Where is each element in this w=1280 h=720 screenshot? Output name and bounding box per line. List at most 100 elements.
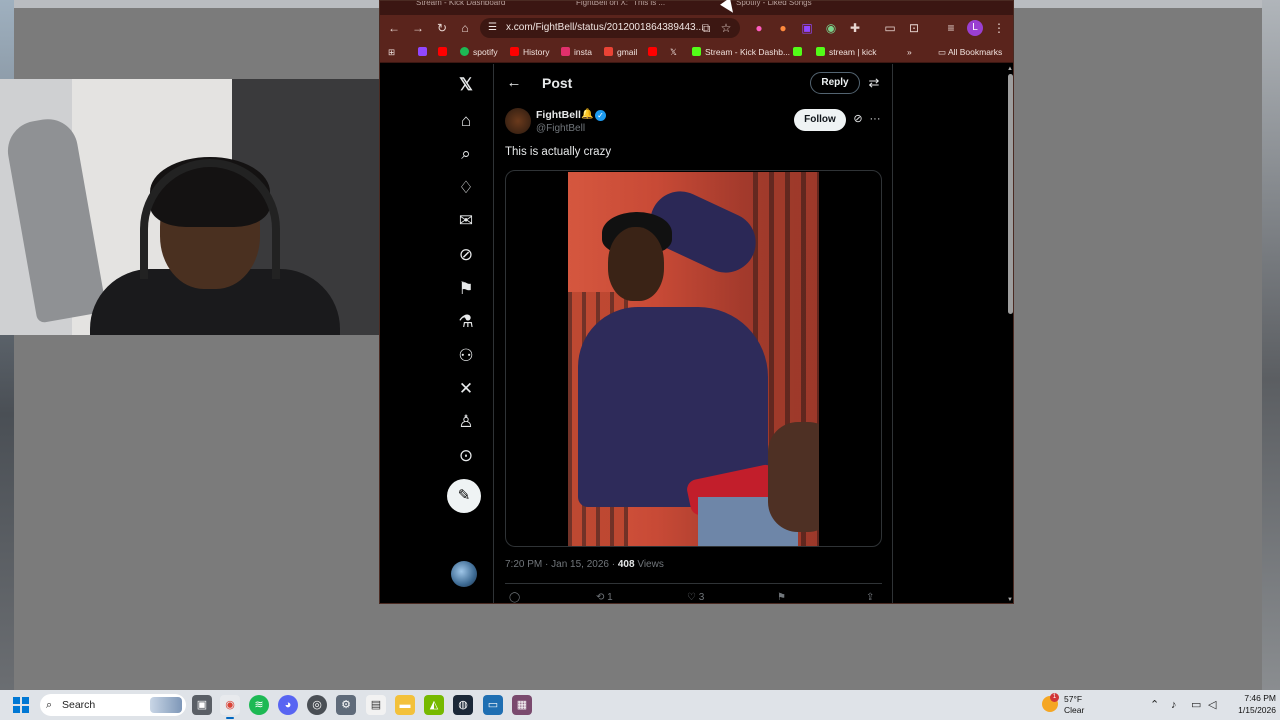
twitch-bookmark-icon[interactable] (418, 44, 431, 60)
author-handle[interactable]: @FightBell (536, 123, 585, 134)
extensions-puzzle-icon[interactable]: ✚ (847, 20, 863, 36)
explore-search-icon[interactable]: ⌕ (453, 141, 479, 167)
screenshot-icon[interactable]: ⊡ (906, 20, 922, 36)
messages-mail-icon[interactable]: ✉ (453, 208, 479, 234)
windows-start-icon[interactable] (13, 697, 29, 713)
youtube-bookmark-icon[interactable] (438, 44, 451, 60)
compose-post-button[interactable]: ✎ (447, 479, 481, 513)
notepad-icon[interactable]: ▤ (366, 695, 386, 715)
clock-date: 1/15/2026 (1238, 705, 1276, 715)
steam-icon[interactable]: ◍ (453, 695, 473, 715)
premium-x-icon[interactable]: ✕ (453, 376, 479, 402)
search-highlight-image (150, 697, 182, 713)
post-date[interactable]: Jan 15, 2026 (551, 559, 609, 570)
jobs-flask-icon[interactable]: ⚗ (453, 309, 479, 335)
nvidia-icon[interactable]: ◭ (424, 695, 444, 715)
home-icon[interactable]: ⌂ (457, 20, 473, 36)
page-scrollbar[interactable]: ▲ ▼ (1006, 64, 1013, 603)
browser-window: Stream - Kick Dashboard FightBell on X: … (379, 0, 1014, 604)
tray-chevron-icon[interactable]: ⌃ (1150, 697, 1159, 713)
post-time[interactable]: 7:20 PM (505, 559, 542, 570)
media-icon[interactable]: ≡ (943, 20, 959, 36)
bell-emoji-icon: 🔔 (581, 109, 594, 120)
bookmark-star-icon[interactable]: ☆ (718, 20, 734, 36)
taskbar-search[interactable]: ⌕ Search (40, 694, 186, 716)
heart-icon: ♡ (687, 592, 699, 603)
chrome-icon[interactable]: ◉ (220, 695, 240, 719)
share-action[interactable]: ⇪ (866, 592, 874, 603)
bookmark-stream-kick[interactable]: stream | kick (816, 44, 877, 60)
x-bookmark-icon[interactable]: 𝕏 (670, 44, 677, 60)
extension-icon[interactable]: ● (775, 20, 791, 36)
reply-button[interactable]: Reply (810, 72, 860, 94)
bookmarks-overflow[interactable]: » (907, 44, 912, 60)
video-player[interactable] (568, 172, 819, 546)
app-window-icon[interactable]: ▭ (483, 695, 503, 715)
repost-icon: ⟲ (596, 592, 608, 603)
clock-time: 7:46 PM (1244, 693, 1276, 703)
notifications-bell-icon[interactable]: ♢ (453, 175, 479, 201)
spotify-icon[interactable]: ≋ (249, 695, 269, 715)
extension-icon[interactable]: ● (751, 20, 767, 36)
forward-icon[interactable]: → (410, 20, 426, 36)
scroll-down-icon[interactable]: ▼ (1006, 596, 1013, 603)
tab-kick-dashboard[interactable]: Stream - Kick Dashboard (390, 1, 540, 15)
weather-badge: 1 (1050, 693, 1059, 702)
reply-action[interactable]: ◯ (509, 592, 520, 603)
youtube-bookmark-icon[interactable] (648, 44, 661, 60)
search-icon: ⌕ (46, 699, 53, 711)
obs-icon[interactable]: ◎ (307, 695, 327, 715)
scroll-thumb[interactable] (1008, 74, 1013, 314)
grok-explain-icon[interactable]: ⊘ (851, 112, 865, 126)
author-avatar[interactable] (505, 108, 531, 134)
grok-icon[interactable]: ⊘ (453, 242, 479, 268)
all-bookmarks[interactable]: ▭ All Bookmarks (938, 44, 1002, 60)
file-explorer-icon[interactable]: ▬ (395, 695, 415, 715)
settings-gear-icon[interactable]: ⚙ (336, 695, 356, 715)
bookmark-spotify[interactable]: spotify (460, 44, 498, 60)
network-icon[interactable]: ▭ (1191, 697, 1201, 713)
more-circle-icon[interactable]: ⊙ (453, 443, 479, 469)
weather-widget[interactable]: 1 57°F Clear (1042, 693, 1092, 717)
twitch-extension-icon[interactable]: ▣ (799, 20, 815, 36)
follow-button[interactable]: Follow (794, 109, 846, 131)
kick-bookmark-icon[interactable] (793, 44, 806, 60)
site-info-icon[interactable]: ☰ (488, 18, 497, 38)
extension-icon[interactable]: ◉ (823, 20, 839, 36)
bookmark-history[interactable]: History (510, 44, 549, 60)
back-icon[interactable]: ← (386, 20, 402, 36)
bookmark-action[interactable]: ⚑ (777, 592, 786, 603)
profile-person-icon[interactable]: ♙ (453, 409, 479, 435)
repost-action[interactable]: ⟲ 1 (596, 592, 613, 603)
game-icon[interactable]: ▦ (512, 695, 532, 715)
apps-grid-icon[interactable]: ⊞ (388, 44, 395, 60)
more-options-icon[interactable]: ··· (868, 112, 882, 126)
taskbar-clock[interactable]: 7:46 PM 1/15/2026 (1224, 692, 1276, 716)
communities-icon[interactable]: ⚇ (453, 343, 479, 369)
account-avatar[interactable] (451, 561, 477, 587)
bookmark-insta[interactable]: insta (561, 44, 592, 60)
media-container[interactable] (505, 170, 882, 547)
back-arrow-icon[interactable]: ← (504, 73, 524, 93)
profile-avatar[interactable]: L (967, 20, 983, 36)
tab-x-post[interactable]: FightBell on X: "This is ... (550, 1, 700, 15)
scroll-up-icon[interactable]: ▲ (1006, 65, 1013, 73)
task-view-icon[interactable]: ▣ (192, 695, 212, 715)
browser-toolbar: ← → ↻ ⌂ ☰ x.com/FightBell/status/2012001… (380, 15, 1013, 41)
install-icon[interactable]: ⧉ (698, 20, 714, 36)
bookmarks-icon[interactable]: ⚑ (453, 276, 479, 302)
reload-icon[interactable]: ↻ (434, 20, 450, 36)
reply-settings-icon[interactable]: ⇄ (865, 74, 883, 92)
microphone-icon[interactable]: ♪ (1171, 697, 1177, 713)
x-logo-icon[interactable]: 𝕏 (453, 72, 479, 98)
volume-icon[interactable]: ◁ (1208, 697, 1216, 713)
like-action[interactable]: ♡ 3 (687, 592, 704, 603)
bookmark-gmail[interactable]: gmail (604, 44, 637, 60)
home-icon[interactable]: ⌂ (453, 108, 479, 134)
cast-icon[interactable]: ▭ (882, 20, 898, 36)
verified-badge-icon: ✓ (595, 110, 606, 121)
bookmark-kick-dashboard[interactable]: Stream - Kick Dashb... (692, 44, 790, 60)
menu-kebab-icon[interactable]: ⋮ (991, 20, 1007, 36)
discord-icon[interactable]: ◕ (278, 695, 298, 715)
author-name[interactable]: FightBell (536, 109, 581, 121)
